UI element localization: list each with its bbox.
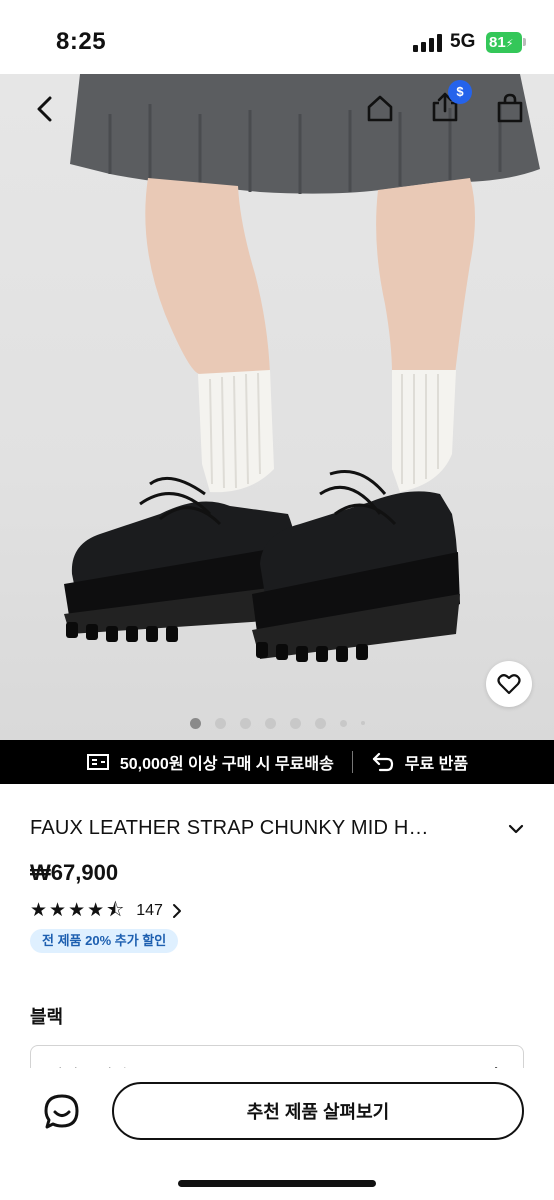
review-count: 147 [136,902,163,919]
promo-bar: 50,000원 이상 구매 시 무료배송 무료 반품 [0,740,554,784]
return-arrow-icon [372,752,393,772]
chevron-right-icon [172,904,181,918]
battery-indicator: 81⚡ [486,32,522,53]
color-label: 블랙 [30,1007,64,1027]
shopping-bag-icon [497,93,523,123]
explore-recommendations-button[interactable]: 추천 제품 살펴보기 [112,1082,524,1140]
product-photo [64,74,540,662]
home-icon [367,95,393,122]
promo-divider [351,751,353,773]
carousel-dot[interactable] [289,717,301,729]
cart-button[interactable] [492,90,528,126]
product-image-carousel[interactable] [0,74,554,740]
share-reward-badge: $ [448,80,472,104]
half-star-icon: ⯪ [106,900,125,921]
carousel-dot[interactable] [189,717,201,729]
home-indicator [178,1180,376,1187]
battery-nub [523,38,526,46]
back-arrow-icon [37,96,52,122]
signal-icon [413,34,443,52]
truck-icon [86,754,109,770]
carousel-dot[interactable] [214,717,226,729]
discount-badge: 전 제품 20% 추가 할인 [30,929,179,953]
carousel-indicator [0,717,554,729]
home-button[interactable] [362,90,398,126]
product-price: ₩67,900 [30,860,119,885]
free-shipping-promo: 50,000원 이상 구매 시 무료배송 [86,750,334,774]
star-icon: ★ [68,900,86,921]
chevron-down-icon[interactable] [505,818,527,840]
heart-icon [497,674,521,695]
product-title: FAUX LEATHER STRAP CHUNKY MID H… [30,817,429,839]
carousel-dot[interactable] [264,717,276,729]
wishlist-button[interactable] [486,661,532,707]
chat-icon[interactable] [42,1092,82,1132]
star-icon: ★ [30,900,48,921]
star-icon: ★ [87,900,105,921]
free-returns-promo: 무료 반품 [371,750,468,774]
star-icon: ★ [49,900,67,921]
network-label: 5G [450,31,476,52]
free-returns-text: 무료 반품 [404,756,469,773]
battery-level: 81 [489,34,506,51]
carousel-dot[interactable] [360,721,365,725]
carousel-dot[interactable] [239,717,251,729]
carousel-dot[interactable] [314,717,326,729]
back-button[interactable] [28,92,62,126]
status-bar: 8:25 5G 81⚡ [0,0,554,74]
bottom-action-bar: 추천 제품 살펴보기 [0,1068,554,1200]
rating-summary[interactable]: ★ ★ ★ ★ ⯪ 147 [30,900,183,922]
free-shipping-text: 50,000원 이상 구매 시 무료배송 [119,756,334,773]
status-time: 8:25 [56,28,107,55]
carousel-dot[interactable] [339,719,347,727]
